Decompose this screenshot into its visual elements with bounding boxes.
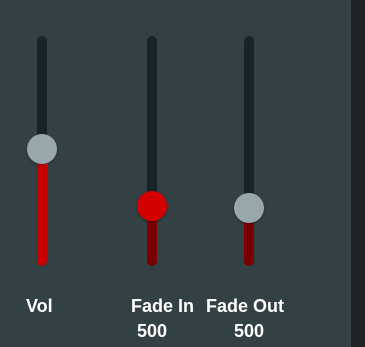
fade-in-track[interactable] xyxy=(147,36,157,266)
fade-in-thumb[interactable] xyxy=(137,191,167,221)
vol-fill xyxy=(37,149,47,266)
fade-out-value: 500 xyxy=(233,321,265,341)
fade-in-slider[interactable] xyxy=(130,36,174,266)
audio-fader-panel: Vol Fade In 500 Fade Out 500 xyxy=(0,0,365,347)
fade-in-label: Fade In xyxy=(131,296,195,316)
fade-out-slider[interactable] xyxy=(227,36,271,266)
vol-thumb[interactable] xyxy=(27,134,57,164)
fade-out-track[interactable] xyxy=(244,36,254,266)
fade-out-label: Fade Out xyxy=(206,296,285,316)
vol-slider[interactable] xyxy=(20,36,64,266)
fade-in-value: 500 xyxy=(136,321,168,341)
vol-label: Vol xyxy=(26,296,53,316)
right-panel-edge xyxy=(351,0,365,347)
fade-out-thumb[interactable] xyxy=(234,193,264,223)
